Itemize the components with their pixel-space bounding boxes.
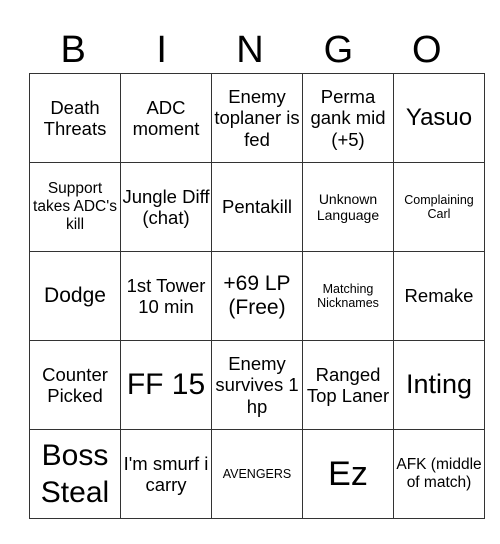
bingo-cell[interactable]: Matching Nicknames [302,251,394,341]
bingo-cell[interactable]: Enemy survives 1 hp [211,340,303,430]
board-row: Support takes ADC's kill Jungle Diff (ch… [29,162,485,252]
bingo-cell[interactable]: Inting [393,340,485,430]
bingo-cell[interactable]: Dodge [29,251,121,341]
bingo-board: Death Threats ADC moment Enemy toplaner … [29,73,485,519]
bingo-cell[interactable]: AVENGERS [211,429,303,519]
bingo-cell[interactable]: Pentakill [211,162,303,252]
board-row: Death Threats ADC moment Enemy toplaner … [29,73,485,163]
bingo-cell[interactable]: Enemy toplaner is fed [211,73,303,163]
bingo-cell[interactable]: Perma gank mid (+5) [302,73,394,163]
bingo-cell[interactable]: FF 15 [120,340,212,430]
bingo-cell[interactable]: Support takes ADC's kill [29,162,121,252]
bingo-cell[interactable]: I'm smurf i carry [120,429,212,519]
board-row: Counter Picked FF 15 Enemy survives 1 hp… [29,340,485,430]
bingo-cell[interactable]: Jungle Diff (chat) [120,162,212,252]
header-letter-b: B [60,29,86,71]
bingo-cell[interactable]: Complaining Carl [393,162,485,252]
bingo-cell[interactable]: +69 LP (Free) [211,251,303,341]
bingo-cell[interactable]: Yasuo [393,73,485,163]
bingo-cell[interactable]: ADC moment [120,73,212,163]
board-row: Boss Steal I'm smurf i carry AVENGERS Ez… [29,429,485,519]
board-row: Dodge 1st Tower 10 min +69 LP (Free) Mat… [29,251,485,341]
bingo-cell[interactable]: Ez [302,429,394,519]
header-letter-g: G [323,29,354,71]
bingo-header: B I N G O [29,28,471,72]
bingo-cell[interactable]: Boss Steal [29,429,121,519]
bingo-cell[interactable]: Unknown Language [302,162,394,252]
bingo-cell[interactable]: Remake [393,251,485,341]
header-letter-i: I [156,29,167,71]
header-letter-o: O [412,29,442,71]
bingo-cell[interactable]: Counter Picked [29,340,121,430]
header-letter-n: N [236,29,264,71]
bingo-cell[interactable]: Ranged Top Laner [302,340,394,430]
bingo-cell[interactable]: 1st Tower 10 min [120,251,212,341]
bingo-cell[interactable]: Death Threats [29,73,121,163]
bingo-cell[interactable]: AFK (middle of match) [393,429,485,519]
